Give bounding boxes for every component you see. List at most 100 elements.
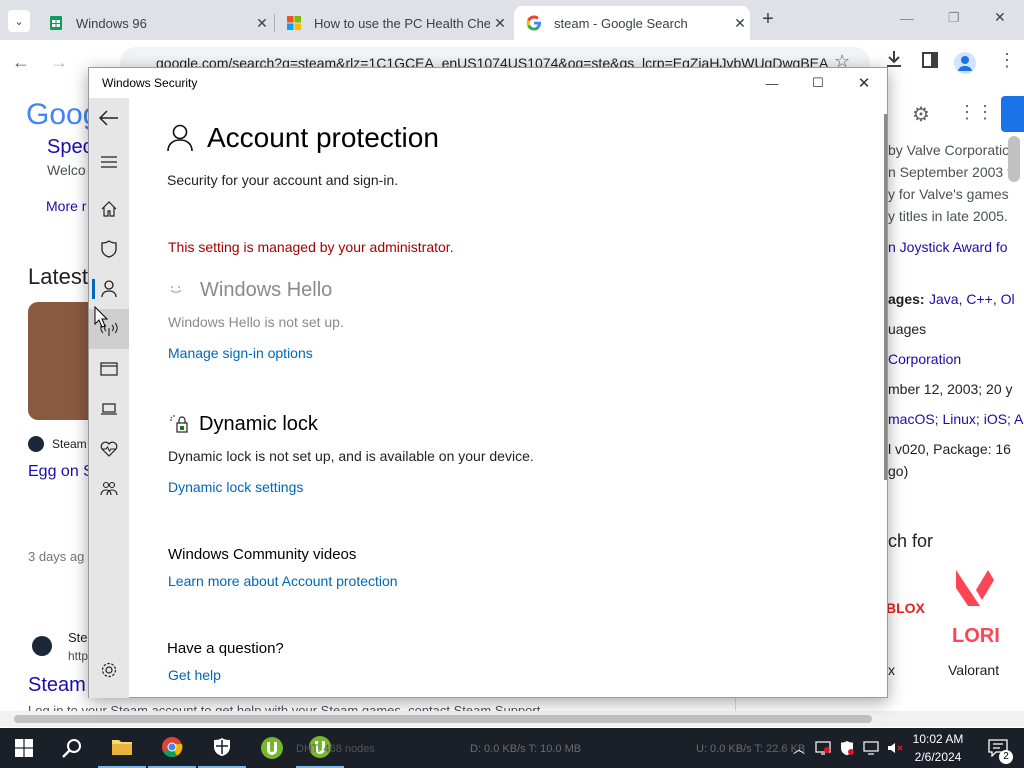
result-title[interactable]: Steam (28, 674, 86, 697)
sign-in-button[interactable] (1001, 96, 1024, 132)
network-tray-icon[interactable] (814, 728, 832, 768)
browser-restore-button[interactable]: ❐ (948, 10, 960, 26)
dht-status: DHT: 468 nodes (296, 743, 375, 755)
page-scrollbar[interactable] (1008, 136, 1020, 182)
tab-close-button[interactable]: ✕ (252, 15, 272, 32)
kp-link[interactable]: Corporation (888, 351, 961, 367)
scroll-thumb[interactable] (14, 715, 872, 723)
news-thumbnail[interactable] (28, 302, 88, 420)
hello-title: Windows Hello (200, 279, 333, 301)
security-tray-icon[interactable] (838, 728, 856, 768)
windows-security-window: Windows Security — ☐ ✕ Account protectio… (88, 67, 888, 698)
svg-text:LORI: LORI (952, 625, 1000, 647)
app-browser-icon[interactable] (89, 349, 129, 389)
browser-minimize-button[interactable]: — (900, 10, 914, 26)
kp-link[interactable]: macOS; Linux; iOS; A (888, 411, 1023, 427)
kp-text: y titles in late 2005. (888, 208, 1008, 224)
tab-close-button[interactable]: ✕ (490, 15, 510, 32)
tab-pc-health[interactable]: How to use the PC Health Chec ✕ (274, 6, 510, 40)
kp-text: go) (888, 463, 909, 479)
kp-label: ages: (888, 291, 925, 307)
learn-more-link[interactable]: Learn more about Account protection (168, 573, 398, 589)
clock-date[interactable]: 2/6/2024 (912, 750, 964, 764)
browser-close-button[interactable]: ✕ (994, 9, 1006, 26)
get-help-link[interactable]: Get help (168, 667, 221, 683)
show-hidden-icons[interactable]: ︿ (790, 728, 808, 768)
menu-icon[interactable] (89, 142, 129, 182)
windows-logo-icon (15, 739, 33, 757)
windows-security-taskbar-icon[interactable] (198, 728, 246, 768)
manage-sign-in-link[interactable]: Manage sign-in options (168, 345, 313, 361)
family-icon[interactable] (89, 469, 129, 509)
navigation-sidebar (89, 98, 129, 698)
account-icon (167, 124, 193, 152)
entity-label[interactable]: Valorant (948, 662, 999, 678)
minimize-button[interactable]: — (749, 68, 795, 98)
window-scrollbar[interactable] (884, 114, 887, 480)
microsoft-icon (287, 16, 301, 30)
search-icon[interactable] (48, 728, 96, 768)
horizontal-scrollbar[interactable] (0, 711, 1024, 727)
upload-status: U: 0.0 KB/s T: 22.6 KB (696, 743, 806, 755)
back-icon[interactable] (89, 98, 129, 138)
person-icon[interactable] (89, 269, 129, 309)
chrome-icon[interactable] (148, 728, 196, 768)
people-search-heading: ch for (888, 531, 934, 551)
close-button[interactable]: ✕ (841, 68, 887, 98)
result-snippet: Welco (47, 162, 86, 178)
dynamic-lock-settings-link[interactable]: Dynamic lock settings (168, 479, 303, 495)
sheets-icon (50, 16, 62, 30)
maximize-button[interactable]: ☐ (795, 68, 841, 98)
file-explorer-icon[interactable] (98, 728, 146, 768)
kp-link[interactable]: Java, C++, Ol (929, 291, 1015, 307)
device-icon[interactable] (89, 389, 129, 429)
news-date: 3 days ag (28, 549, 85, 564)
kp-text: y for Valve's games (888, 186, 1009, 202)
volume-muted-icon[interactable] (886, 728, 904, 768)
download-icon[interactable] (886, 50, 902, 73)
new-tab-button[interactable]: + (758, 8, 778, 32)
kp-text: l v020, Package: 16 (888, 441, 1011, 457)
gear-icon[interactable]: ⚙ (912, 102, 930, 127)
dynamic-lock-status: Dynamic lock is not set up, and is avail… (168, 448, 534, 464)
kp-text: uages (888, 321, 927, 337)
kp-text: n September 2003 t (888, 164, 1011, 180)
back-button[interactable]: ← (12, 52, 30, 73)
question-title: Have a question? (167, 640, 284, 657)
shield-icon[interactable] (89, 229, 129, 269)
google-icon (526, 15, 541, 31)
page-subtitle: Security for your account and sign-in. (167, 172, 399, 188)
display-tray-icon[interactable] (862, 728, 880, 768)
settings-icon[interactable] (89, 650, 129, 690)
health-icon[interactable] (89, 429, 129, 469)
home-icon[interactable] (89, 189, 129, 229)
notification-count-badge: 2 (999, 750, 1013, 764)
more-link[interactable]: More r (46, 198, 86, 214)
page-title: Account protection (207, 122, 439, 153)
browser-menu-icon[interactable]: ⋮ (998, 50, 1016, 71)
utorrent-icon[interactable] (248, 728, 296, 768)
notification-center-button[interactable]: 2 (978, 728, 1018, 768)
browser-tab-bar: ⌄ Windows 96 ✕ How to use the PC Health … (0, 0, 1024, 40)
forward-button[interactable]: → (50, 52, 68, 73)
admin-warning: This setting is managed by your administ… (168, 239, 454, 255)
news-title[interactable]: Egg on S (28, 463, 94, 481)
valorant-thumbnail[interactable]: LORI (948, 570, 1004, 652)
profile-avatar[interactable] (954, 52, 976, 74)
taskbar: DHT: 468 nodes D: 0.0 KB/s T: 10.0 MB U:… (0, 728, 1024, 768)
tab-steam-search[interactable]: steam - Google Search ✕ (514, 6, 750, 40)
clock-time[interactable]: 10:02 AM (912, 732, 964, 746)
start-button[interactable] (0, 728, 48, 768)
kp-text: mber 12, 2003; 20 y (888, 381, 1013, 397)
roblox-thumbnail[interactable]: BLOX (886, 570, 936, 652)
tab-close-button[interactable]: ✕ (730, 15, 750, 32)
entity-label[interactable]: x (888, 662, 895, 678)
tab-search-button[interactable]: ⌄ (8, 10, 30, 32)
side-panel-icon[interactable] (922, 52, 938, 73)
result-link[interactable]: Spec (47, 136, 93, 159)
kp-link[interactable]: n Joystick Award fo (888, 239, 1008, 255)
window-titlebar[interactable]: Windows Security — ☐ ✕ (89, 68, 887, 98)
tab-windows96[interactable]: Windows 96 ✕ (36, 6, 272, 40)
hello-status: Windows Hello is not set up. (168, 314, 344, 330)
section-heading: Latest (28, 264, 88, 289)
